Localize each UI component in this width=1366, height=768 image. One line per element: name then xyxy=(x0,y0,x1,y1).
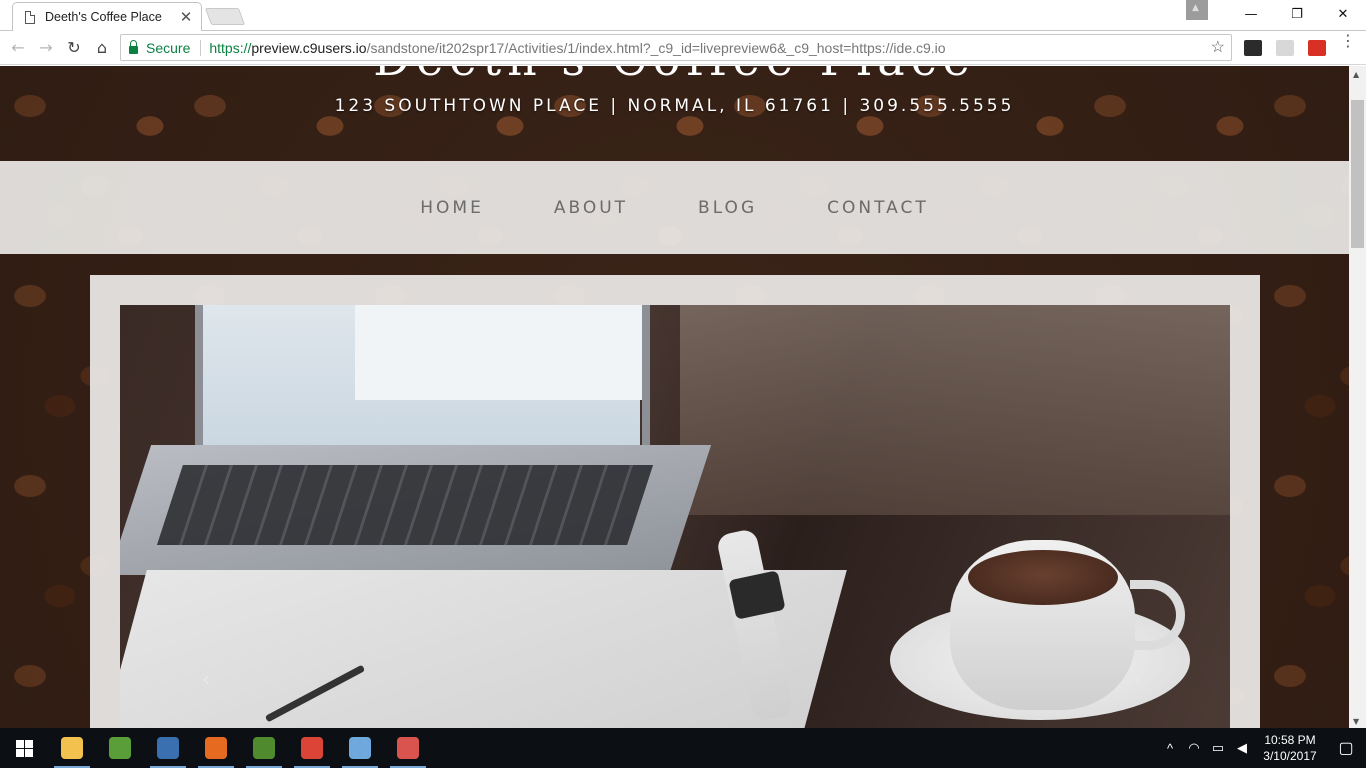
app-glyph xyxy=(397,737,419,759)
nav-home[interactable]: HOME xyxy=(420,198,484,218)
coffee xyxy=(968,550,1118,605)
scroll-thumb[interactable] xyxy=(1351,100,1364,248)
windows-media-icon[interactable] xyxy=(96,728,144,768)
virtualbox-icon[interactable] xyxy=(336,728,384,768)
windows-taskbar: ^ ◠ ▭ ◀ 10:58 PM 3/10/2017 ▢ xyxy=(0,728,1366,768)
system-tray: ^ ◠ ▭ ◀ 10:58 PM 3/10/2017 ▢ xyxy=(1158,728,1366,768)
back-button[interactable]: ← xyxy=(4,34,32,62)
url-scheme: https:// xyxy=(209,39,252,56)
url-path: /sandstone/it202spr17/Activities/1/index… xyxy=(366,39,946,56)
chevron-up-icon[interactable]: ^ xyxy=(1158,741,1182,756)
git-icon[interactable] xyxy=(384,728,432,768)
laptop-keyboard xyxy=(157,465,653,545)
site-address: 123 SOUTHTOWN PLACE | NORMAL, IL 61761 |… xyxy=(334,96,1015,116)
action-center-icon[interactable]: ▢ xyxy=(1326,738,1366,758)
tab-strip: Deeth's Coffee Place ✕ — ❐ ✕ xyxy=(0,0,1366,31)
laptop-frame xyxy=(195,305,650,465)
pdf-extension-icon[interactable] xyxy=(1276,40,1294,56)
new-tab-button[interactable] xyxy=(204,8,246,25)
site-title: Deeth's Coffee Place xyxy=(0,66,1349,86)
scroll-up-icon[interactable]: ▲ xyxy=(1353,70,1359,79)
bookmark-star-icon[interactable]: ☆ xyxy=(1211,37,1225,57)
browser-tab[interactable]: Deeth's Coffee Place ✕ xyxy=(12,2,202,31)
site-nav: HOME ABOUT BLOG CONTACT xyxy=(0,161,1349,254)
minimize-button[interactable]: — xyxy=(1228,0,1274,28)
scroll-down-icon[interactable]: ▼ xyxy=(1353,717,1359,726)
window-controls: — ❐ ✕ xyxy=(1186,0,1366,28)
url-host: preview.c9users.io xyxy=(251,39,367,56)
profile-icon[interactable] xyxy=(1186,0,1208,20)
lock-icon xyxy=(129,39,138,54)
reload-button[interactable]: ↻ xyxy=(60,34,88,62)
background-wall xyxy=(680,305,1230,515)
chrome-icon[interactable] xyxy=(288,728,336,768)
nav-about[interactable]: ABOUT xyxy=(554,198,628,218)
content-panel: ‹ › xyxy=(90,275,1260,728)
tab-title: Deeth's Coffee Place xyxy=(45,10,162,24)
clock-time: 10:58 PM xyxy=(1264,733,1316,747)
app-glyph xyxy=(349,737,371,759)
app-glyph xyxy=(157,737,179,759)
forward-button[interactable]: → xyxy=(32,34,60,62)
home-button[interactable]: ⌂ xyxy=(88,34,116,62)
battery-icon[interactable]: ▭ xyxy=(1206,740,1230,756)
app-glyph xyxy=(61,737,83,759)
divider xyxy=(200,39,202,56)
clock-date: 3/10/2017 xyxy=(1263,749,1317,763)
address-bar[interactable]: Secure https:// preview.c9users.io /sand… xyxy=(120,34,1232,61)
firefox-icon[interactable] xyxy=(192,728,240,768)
app-glyph xyxy=(205,737,227,759)
app-glyph xyxy=(301,737,323,759)
carousel-prev-icon[interactable]: ‹ xyxy=(202,667,210,691)
file-explorer-icon[interactable] xyxy=(48,728,96,768)
image-carousel[interactable]: ‹ › xyxy=(120,305,1230,728)
vmware-icon[interactable] xyxy=(240,728,288,768)
clock[interactable]: 10:58 PM 3/10/2017 xyxy=(1260,732,1320,764)
start-button[interactable] xyxy=(0,728,48,768)
close-window-button[interactable]: ✕ xyxy=(1320,0,1366,28)
restore-button[interactable]: ❐ xyxy=(1274,0,1320,28)
app-glyph xyxy=(253,737,275,759)
nav-blog[interactable]: BLOG xyxy=(698,198,757,218)
network-icon[interactable]: ◠ xyxy=(1182,740,1206,756)
app-glyph xyxy=(109,737,131,759)
menu-icon[interactable]: ⋮ xyxy=(1340,33,1356,49)
windows-logo-icon xyxy=(15,739,33,757)
nav-contact[interactable]: CONTACT xyxy=(827,198,929,218)
secure-label: Secure xyxy=(146,39,191,56)
taskbar-apps xyxy=(48,728,432,768)
volume-icon[interactable]: ◀ xyxy=(1230,740,1254,756)
thunderbird-icon[interactable] xyxy=(144,728,192,768)
extension-red-icon[interactable] xyxy=(1308,40,1326,56)
extension-icon[interactable] xyxy=(1244,40,1262,56)
vertical-scrollbar[interactable]: ▲ ▼ xyxy=(1349,66,1366,728)
page-viewport: Deeth's Coffee Place 123 SOUTHTOWN PLACE… xyxy=(0,66,1349,728)
browser-toolbar: ← → ↻ ⌂ Secure https:// preview.c9users.… xyxy=(0,31,1366,65)
page-icon xyxy=(25,10,35,24)
carousel-next-icon[interactable]: › xyxy=(1134,667,1142,691)
close-tab-icon[interactable]: ✕ xyxy=(179,8,193,26)
